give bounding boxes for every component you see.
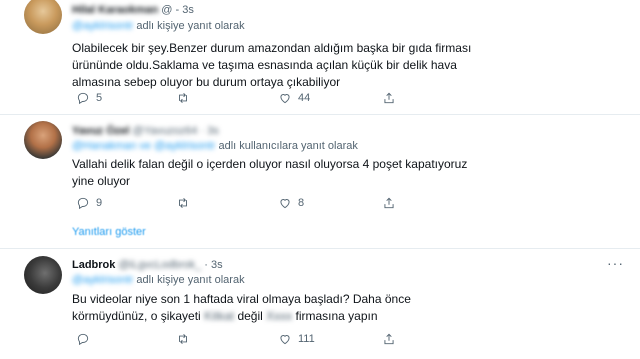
tweet-actions: 5 44	[72, 91, 402, 107]
tweet-actions: 111	[72, 332, 402, 348]
reply-button[interactable]	[76, 332, 96, 346]
share-icon	[384, 92, 394, 104]
tweet-header: Hilal Karaokman @ - 3s	[72, 4, 194, 16]
retweet-button[interactable]	[176, 332, 196, 346]
tweet-text-part: firmasına yapın	[295, 309, 378, 323]
reply-mention[interactable]: @ayklrisontr	[72, 20, 133, 32]
avatar[interactable]	[24, 0, 62, 34]
reply-count: 9	[96, 197, 103, 209]
author-handle[interactable]: @Yavuzoz64 · 3s	[133, 125, 219, 137]
author-name[interactable]: Ladbrok	[72, 259, 115, 271]
avatar[interactable]	[24, 121, 62, 159]
reply-context: @ayklrisontr adlı kişiye yanıt olarak	[72, 20, 245, 32]
retweet-icon	[179, 93, 187, 103]
author-handle[interactable]: · 3s	[204, 259, 222, 271]
reply-mention[interactable]: @ayklrisontr	[72, 274, 133, 286]
reply-count: 5	[96, 92, 103, 104]
reply-mention[interactable]: @Hanakman ve @ayklrisontr	[72, 140, 215, 152]
author-handle-blurred[interactable]: @iLgvcLodbrok_	[118, 259, 201, 271]
reply-icon	[77, 92, 89, 105]
reply-suffix: adlı kullanıcılara yanıt olarak	[218, 140, 358, 152]
share-button[interactable]	[382, 332, 396, 346]
like-button[interactable]: 8	[278, 196, 304, 210]
tweet-header: Yavuz Özel @Yavuzoz64 · 3s	[72, 125, 219, 137]
tweet-text: Vallahi delik falan değil o içerden oluy…	[72, 157, 468, 188]
tweet-1[interactable]: Hilal Karaokman @ - 3s @ayklrisontr adlı…	[0, 0, 640, 112]
reply-button[interactable]: 5	[76, 91, 102, 105]
retweet-icon	[179, 334, 187, 344]
author-name[interactable]: Yavuz Özel	[72, 125, 129, 137]
like-icon	[280, 335, 290, 345]
share-icon	[384, 197, 394, 209]
tweet-2[interactable]: Yavuz Özel @Yavuzoz64 · 3s @Hanakman ve …	[0, 115, 640, 245]
like-icon	[280, 199, 290, 209]
share-button[interactable]	[382, 91, 396, 105]
share-icon	[384, 333, 394, 345]
redacted-brand: Kitkat	[204, 309, 235, 323]
like-count: 44	[298, 92, 311, 104]
like-button[interactable]: 111	[278, 332, 315, 346]
like-count: 111	[298, 333, 315, 345]
reply-icon	[77, 333, 89, 346]
author-name[interactable]: Hilal Karaokman	[72, 4, 158, 16]
author-handle[interactable]: @ - 3s	[161, 4, 194, 16]
retweet-button[interactable]	[176, 91, 196, 105]
more-icon[interactable]: ···	[607, 255, 624, 271]
avatar[interactable]	[24, 256, 62, 294]
reply-icon	[77, 197, 89, 210]
reply-suffix: adlı kişiye yanıt olarak	[136, 274, 245, 286]
reply-context: @ayklrisontr adlı kişiye yanıt olarak	[72, 274, 245, 286]
like-button[interactable]: 44	[278, 91, 310, 105]
share-button[interactable]	[382, 196, 396, 210]
reply-button[interactable]: 9	[76, 196, 102, 210]
tweet-text: Olabilecek bir şey.Benzer durum amazonda…	[72, 41, 472, 89]
redacted-brand: Xxxx	[266, 309, 293, 323]
tweet-header: Ladbrok @iLgvcLodbrok_ · 3s	[72, 259, 223, 271]
tweet-actions: 9 8	[72, 196, 402, 212]
like-icon	[280, 94, 290, 104]
reply-context: @Hanakman ve @ayklrisontr adlı kullanıcı…	[72, 140, 358, 152]
tweet-text: Bu videolar niye son 1 haftada viral olm…	[72, 291, 412, 325]
tweet-3[interactable]: Ladbrok @iLgvcLodbrok_ · 3s ··· @ayklris…	[0, 249, 640, 359]
reply-suffix: adlı kişiye yanıt olarak	[136, 20, 245, 32]
show-replies-link[interactable]: Yanıtları göster	[72, 226, 146, 238]
retweet-icon	[179, 198, 187, 208]
like-count: 8	[298, 197, 305, 209]
retweet-button[interactable]	[176, 196, 196, 210]
tweet-text-part: değil	[237, 309, 263, 323]
